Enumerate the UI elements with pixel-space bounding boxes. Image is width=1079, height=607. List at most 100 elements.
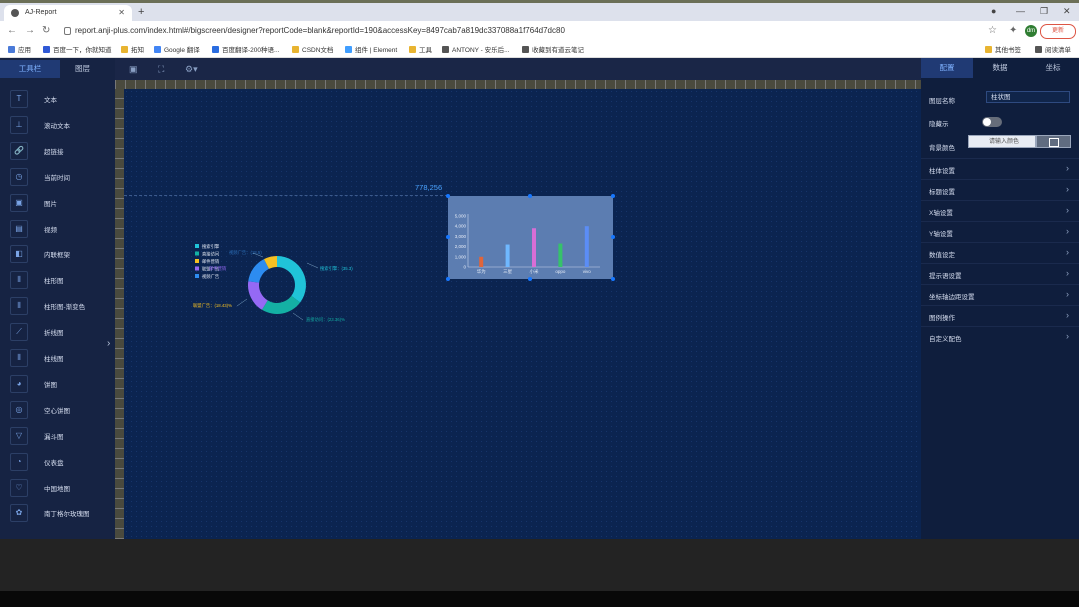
legend-swatch (195, 274, 199, 278)
reload-icon[interactable]: ↻ (42, 25, 50, 36)
config-section[interactable]: 自定义配色 › (921, 326, 1079, 348)
tab-data[interactable]: 数据 (974, 58, 1026, 78)
config-section-label: 柱体设置 (929, 168, 955, 175)
profile-menu-icon[interactable]: ● (991, 6, 996, 16)
leader-line (292, 312, 304, 321)
new-tab-button[interactable]: + (138, 6, 144, 18)
config-section[interactable]: 柱体设置 › (921, 158, 1079, 180)
close-window-icon[interactable]: ✕ (1063, 6, 1071, 17)
config-section[interactable]: 图例操作 › (921, 305, 1079, 327)
legend-label[interactable]: 邮件营销 (202, 258, 220, 265)
donut-chart-widget[interactable]: 搜索引擎直接访问邮件营销联盟广告视频广告视频广告：(15.5)搜索引擎：(35.… (185, 235, 375, 330)
component-label: 折线图 (44, 330, 64, 338)
component-label: 视频 (44, 226, 57, 234)
chevron-right-icon: › (1066, 331, 1069, 341)
config-section[interactable]: 提示语设置 › (921, 263, 1079, 285)
component-label: 漏斗图 (44, 433, 64, 441)
bar-mark (532, 228, 536, 267)
leader-line (306, 262, 319, 269)
config-section[interactable]: 数值设定 › (921, 242, 1079, 264)
legend-label[interactable]: 视频广告 (202, 273, 220, 280)
bookmark-item[interactable]: ANTONY - 安乐后... (442, 44, 510, 54)
chevron-right-icon: › (1066, 310, 1069, 320)
avatar[interactable]: dm (1025, 25, 1037, 37)
legend-swatch (195, 244, 199, 248)
bookmark-item[interactable]: 拓知 (121, 44, 144, 54)
browser-tab-bar: AJ-Report ✕ + ● — ❐ ✕ (0, 3, 1079, 21)
bookmark-item[interactable]: 百度一下，你就知道 (43, 44, 112, 54)
resize-handle[interactable] (611, 277, 615, 281)
y-tick-label: 5,000 (455, 214, 467, 219)
url-field[interactable]: report.anji-plus.com/index.html#/bigscre… (58, 24, 978, 38)
component-label: 图片 (44, 200, 57, 208)
resize-handle[interactable] (611, 235, 615, 239)
resize-handle[interactable] (446, 277, 450, 281)
bookmark-item[interactable]: 组件 | Element (345, 44, 397, 54)
bookmark-item[interactable]: 收藏到有道云笔记 (522, 44, 584, 54)
save-icon[interactable]: ▣ (129, 64, 138, 75)
tab-coordinates[interactable]: 坐标 (1027, 58, 1079, 78)
clock-icon: ◷ (10, 167, 28, 186)
close-tab-icon[interactable]: ✕ (118, 8, 125, 17)
bg-color-input[interactable]: 请输入颜色 (968, 135, 1036, 148)
config-section-label: X轴设置 (929, 210, 953, 217)
resize-handle[interactable] (446, 235, 450, 239)
alignment-guide (124, 195, 448, 196)
config-section[interactable]: 标题设置 › (921, 179, 1079, 201)
horizontal-ruler (115, 80, 921, 89)
back-icon[interactable]: ← (7, 25, 17, 36)
resize-handle[interactable] (446, 194, 450, 198)
chevron-right-icon: › (1066, 247, 1069, 257)
tab-layers[interactable]: 图层 (60, 60, 105, 78)
gradient-bar-icon: ⫴ (10, 297, 28, 316)
component-label: 仪表盘 (44, 459, 64, 467)
tab-config[interactable]: 配置 (921, 58, 973, 78)
bookmark-item[interactable]: CSDN文档 (292, 44, 333, 54)
resize-handle[interactable] (528, 277, 532, 281)
legend-swatch (195, 259, 199, 263)
legend-label[interactable]: 搜索引擎 (202, 243, 220, 250)
y-tick-label: 0 (463, 265, 466, 270)
browser-tab[interactable]: AJ-Report ✕ (4, 5, 132, 21)
x-tick-label: 小米 (530, 268, 539, 275)
config-section-label: 提示语设置 (929, 273, 962, 280)
line-chart-icon: ⟋ (10, 323, 28, 342)
bookmark-item[interactable]: 阅读清单 (1035, 44, 1071, 54)
maximize-icon[interactable]: ❐ (1040, 6, 1048, 17)
chevron-right-icon: › (1066, 184, 1069, 194)
bookmark-item[interactable]: 其他书签 (985, 44, 1021, 54)
chevron-right-icon: › (1066, 289, 1069, 299)
config-section[interactable]: Y轴设置 › (921, 221, 1079, 243)
resize-handle[interactable] (611, 194, 615, 198)
component-label: 内联框架 (44, 252, 70, 260)
config-section[interactable]: X轴设置 › (921, 200, 1079, 222)
collapse-panel-icon[interactable]: › (107, 338, 110, 349)
bookmark-item[interactable]: 工具 (409, 44, 432, 54)
chevron-right-icon: › (1066, 163, 1069, 173)
vertical-ruler (115, 89, 124, 539)
update-button[interactable]: 更新 (1040, 24, 1076, 39)
color-picker-button[interactable] (1036, 135, 1071, 148)
bookmark-item[interactable]: 应用 (8, 44, 31, 54)
bookmark-item[interactable]: 百度翻译-200种语... (212, 44, 279, 54)
settings-dropdown-icon[interactable]: ⚙▾ (185, 64, 198, 75)
config-section-label: 数值设定 (929, 252, 955, 259)
bookmark-star-icon[interactable]: ☆ (988, 25, 997, 36)
bar-chart-widget[interactable]: 5,000 4,000 3,000 2,000 1,000 0 华为 三星 小米 oppo vivo (448, 196, 613, 279)
donut-label: 搜索引擎：(35.3) (320, 265, 353, 272)
legend-label[interactable]: 直接访问 (202, 251, 219, 258)
tab-toolbar[interactable]: 工具栏 (0, 60, 60, 78)
donut-label: 联盟广告：(18.43)% (193, 302, 232, 309)
bookmark-item[interactable]: Google 翻译 (154, 44, 200, 54)
preview-icon[interactable]: ⛶ (158, 64, 164, 75)
minimize-icon[interactable]: — (1016, 6, 1025, 16)
forward-icon[interactable]: → (25, 25, 35, 36)
layer-name-input[interactable]: 柱状图 (986, 91, 1070, 103)
legend-swatch (195, 266, 199, 271)
tab-title: AJ-Report (25, 9, 57, 16)
extensions-icon[interactable]: ✦ (1009, 25, 1017, 36)
hide-toggle[interactable] (982, 117, 1002, 127)
component-label: 南丁格尔玫瑰图 (44, 511, 90, 519)
resize-handle[interactable] (528, 194, 532, 198)
config-section[interactable]: 坐标轴边距设置 › (921, 284, 1079, 306)
